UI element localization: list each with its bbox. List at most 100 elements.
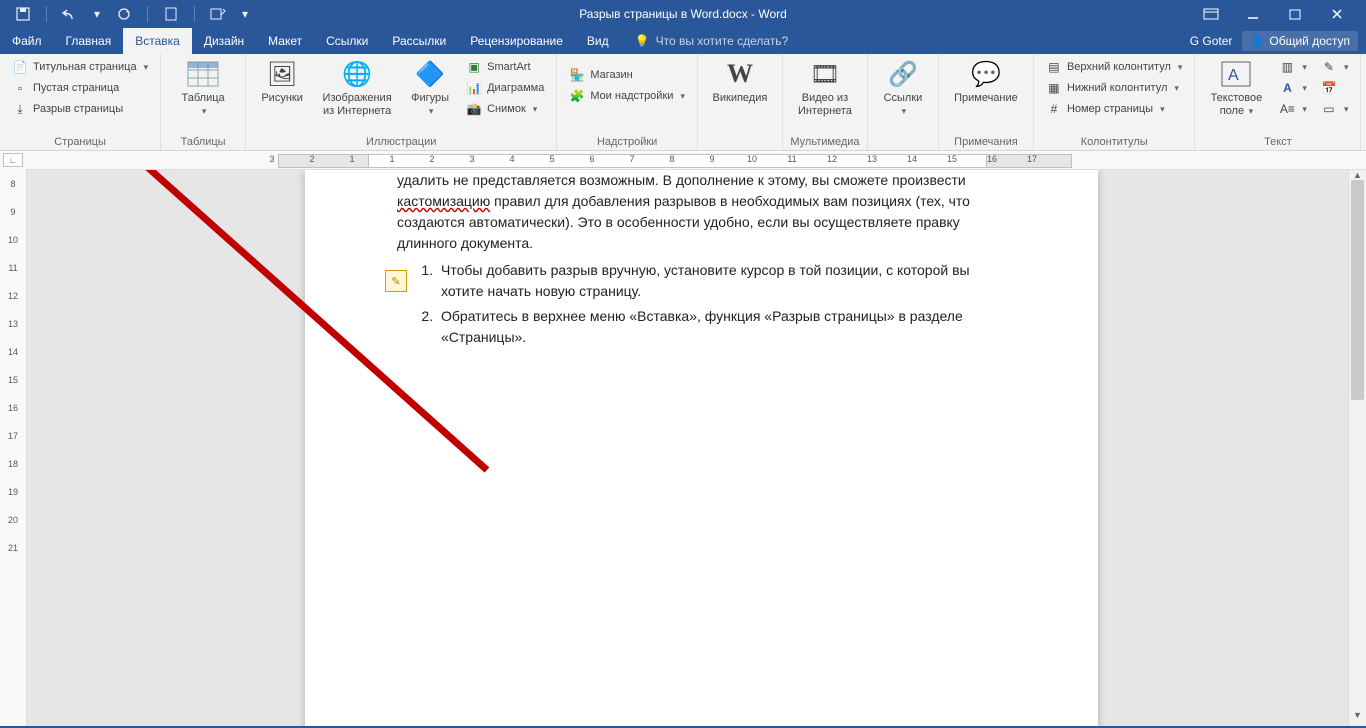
pictures-button[interactable]: 🖼Рисунки: [252, 56, 312, 105]
tab-review[interactable]: Рецензирование: [458, 28, 575, 54]
qat-customize-dropdown[interactable]: ▾: [241, 5, 249, 23]
tab-view[interactable]: Вид: [575, 28, 621, 54]
minimize-icon[interactable]: [1236, 3, 1270, 25]
list-item: Чтобы добавить разрыв вручную, установит…: [437, 260, 1006, 302]
comment-button[interactable]: 💬Примечание: [945, 56, 1027, 105]
online-pictures-button[interactable]: 🌐Изображения из Интернета: [314, 56, 400, 118]
ruler-mark: 12: [822, 154, 842, 166]
ruler-mark: 3: [462, 154, 482, 166]
cover-page-icon: 📄: [12, 59, 28, 75]
shapes-button[interactable]: 🔷Фигуры▾: [402, 56, 458, 118]
tab-design[interactable]: Дизайн: [192, 28, 256, 54]
group-headerfooter-label: Колонтитулы: [1040, 135, 1188, 150]
ruler-mark: 19: [8, 478, 18, 506]
wikipedia-button[interactable]: WВикипедия: [704, 56, 776, 105]
paragraph-1: удалить не представляется возможным. В д…: [397, 170, 1006, 254]
redo-icon[interactable]: [115, 5, 133, 23]
page: ✎ удалить не представляется возможным. В…: [305, 170, 1098, 726]
tab-selector[interactable]: ∟: [3, 153, 23, 167]
bulb-icon: 💡: [635, 34, 650, 48]
group-comments: 💬Примечание Примечания: [939, 54, 1034, 150]
maximize-icon[interactable]: [1278, 3, 1312, 25]
tab-mailings[interactable]: Рассылки: [380, 28, 458, 54]
signature-button[interactable]: ✎▾: [1317, 58, 1353, 76]
page-break-button[interactable]: ⤓Разрыв страницы: [8, 100, 152, 118]
object-button[interactable]: ▭▾: [1317, 100, 1353, 118]
ruler-mark: 21: [8, 534, 18, 562]
table-button[interactable]: Таблица▾: [167, 56, 239, 118]
document-canvas[interactable]: ✎ удалить не представляется возможным. В…: [27, 170, 1348, 726]
tell-me-placeholder: Что вы хотите сделать?: [656, 34, 789, 48]
header-icon: ▤: [1046, 59, 1062, 75]
undo-icon[interactable]: [61, 5, 79, 23]
textbox-button[interactable]: AТекстовое поле ▾: [1201, 56, 1271, 118]
ribbon-options-icon[interactable]: [1194, 3, 1228, 25]
scroll-thumb[interactable]: [1351, 180, 1364, 400]
page-number-button[interactable]: #Номер страницы▾: [1042, 100, 1186, 118]
scroll-down-icon[interactable]: ▼: [1349, 710, 1366, 726]
group-comments-label: Примечания: [945, 135, 1027, 150]
online-pictures-icon: 🌐: [341, 58, 373, 90]
wikipedia-icon: W: [724, 58, 756, 90]
tab-insert[interactable]: Вставка: [123, 28, 192, 54]
tell-me[interactable]: 💡 Что вы хотите сделать?: [635, 28, 789, 54]
svg-text:A: A: [1228, 67, 1239, 84]
workspace: 89101112131415161718192021 ✎ удалить не …: [0, 170, 1366, 726]
ruler-mark: 12: [8, 282, 18, 310]
online-video-button[interactable]: 🎞Видео из Интернета: [789, 56, 861, 118]
ruler-mark: 16: [982, 154, 1002, 166]
new-doc-icon[interactable]: [162, 5, 180, 23]
footer-icon: ▦: [1046, 80, 1062, 96]
screenshot-button[interactable]: 📸Снимок▾: [462, 100, 548, 118]
object-icon: ▭: [1321, 101, 1337, 117]
ruler-mark: 3: [262, 154, 282, 166]
blank-page-button[interactable]: ▫Пустая страница: [8, 79, 152, 97]
vertical-scrollbar[interactable]: ▲ ▼: [1348, 170, 1366, 726]
touch-mode-icon[interactable]: [209, 5, 227, 23]
header-button[interactable]: ▤Верхний колонтитул▾: [1042, 58, 1186, 76]
close-icon[interactable]: [1320, 3, 1354, 25]
chart-button[interactable]: 📊Диаграмма: [462, 79, 548, 97]
comment-marker-icon[interactable]: ✎: [385, 270, 407, 292]
ruler-mark: 14: [902, 154, 922, 166]
ruler-mark: 2: [422, 154, 442, 166]
group-tables: Таблица▾ Таблицы: [161, 54, 246, 150]
group-text: AТекстовое поле ▾ ▥▾ A▾ A≡▾ ✎▾ 📅 ▭▾ Текс…: [1195, 54, 1361, 150]
ruler-mark: 10: [8, 226, 18, 254]
group-headerfooter: ▤Верхний колонтитул▾ ▦Нижний колонтитул▾…: [1034, 54, 1195, 150]
dropcap-button[interactable]: A≡▾: [1275, 100, 1311, 118]
wordart-button[interactable]: A▾: [1275, 79, 1311, 97]
ruler-mark: 2: [302, 154, 322, 166]
vertical-ruler[interactable]: 89101112131415161718192021: [0, 170, 27, 726]
smartart-button[interactable]: ▣SmartArt: [462, 58, 548, 76]
group-addins: 🏪Магазин 🧩Мои надстройки▾ Надстройки: [557, 54, 698, 150]
ruler-mark: 16: [8, 394, 18, 422]
user-name[interactable]: G Goter: [1190, 34, 1233, 48]
quickparts-button[interactable]: ▥▾: [1275, 58, 1311, 76]
ruler-mark: 1: [342, 154, 362, 166]
document-title: Разрыв страницы в Word.docx - Word: [579, 7, 787, 21]
links-button[interactable]: 🔗Ссылки▾: [874, 56, 932, 118]
cover-page-button[interactable]: 📄Титульная страница▾: [8, 58, 152, 76]
tab-references[interactable]: Ссылки: [314, 28, 380, 54]
undo-dropdown[interactable]: ▾: [93, 5, 101, 23]
ruler-mark: 10: [742, 154, 762, 166]
window-controls: [1194, 3, 1366, 25]
group-wikipedia-label: [704, 135, 776, 150]
my-addins-button[interactable]: 🧩Мои надстройки▾: [565, 87, 689, 105]
group-illustrations-label: Иллюстрации: [252, 135, 550, 150]
tab-file[interactable]: Файл: [0, 28, 54, 54]
store-button[interactable]: 🏪Магазин: [565, 66, 689, 84]
horizontal-ruler[interactable]: 3211234567891011121314151617: [26, 151, 1366, 170]
ruler-mark: 15: [8, 366, 18, 394]
share-button[interactable]: 👤 Общий доступ: [1242, 31, 1358, 51]
tab-layout[interactable]: Макет: [256, 28, 314, 54]
save-icon[interactable]: [14, 5, 32, 23]
datetime-button[interactable]: 📅: [1317, 79, 1353, 97]
footer-button[interactable]: ▦Нижний колонтитул▾: [1042, 79, 1186, 97]
blank-page-icon: ▫: [12, 80, 28, 96]
ruler-mark: 13: [8, 310, 18, 338]
ruler-mark: 9: [10, 198, 15, 226]
tab-home[interactable]: Главная: [54, 28, 124, 54]
ruler-mark: 7: [622, 154, 642, 166]
